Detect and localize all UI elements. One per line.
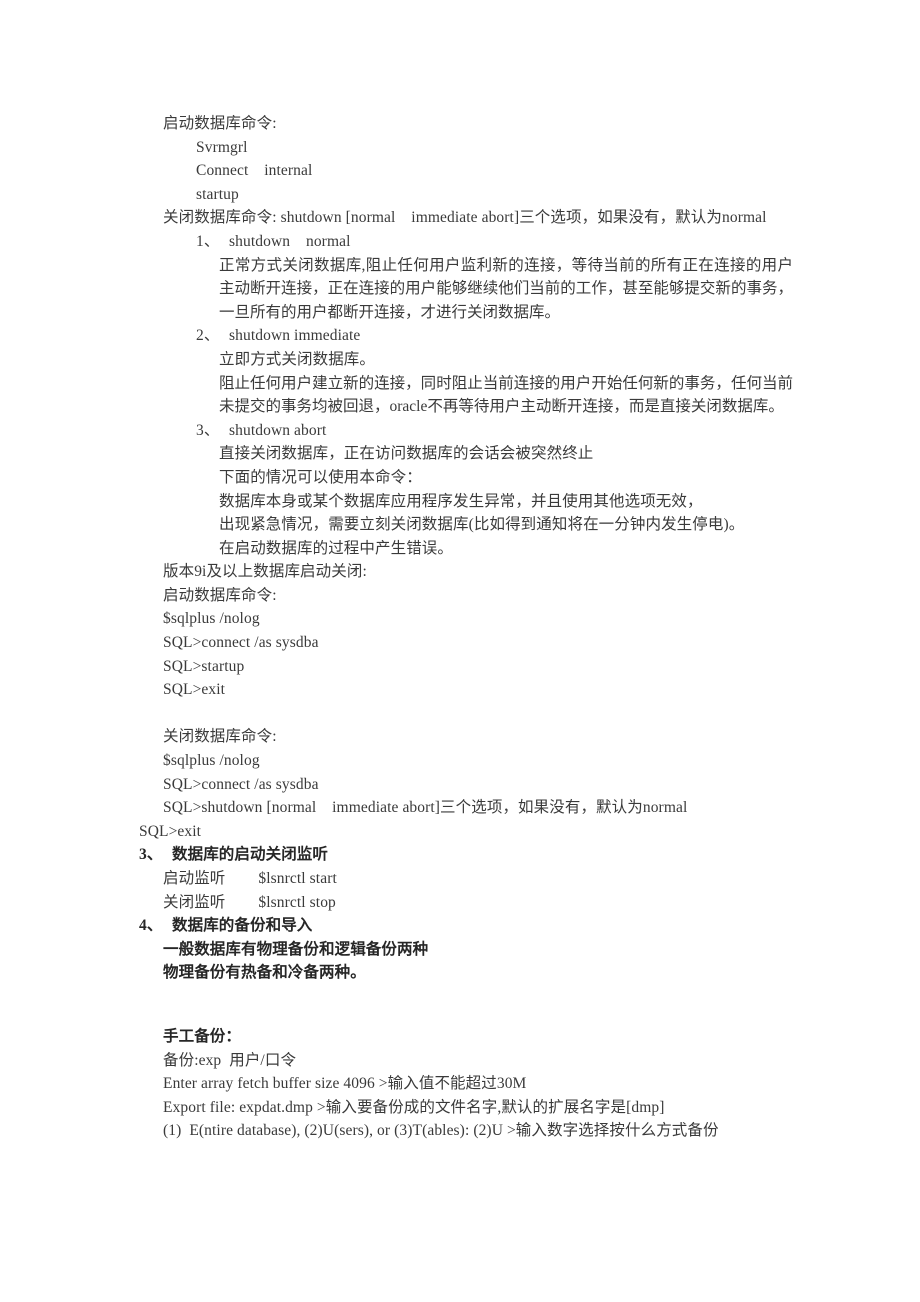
shutdown-option-1-title: shutdown normal bbox=[229, 232, 351, 250]
manual-backup-line-1: 备份:exp 用户/口令 bbox=[163, 1051, 297, 1069]
shutdown-option-3-line-2: 下面的情况可以使用本命令： bbox=[219, 468, 422, 486]
shutdown-heading: 关闭数据库命令: shutdown [normal immediate abor… bbox=[163, 209, 767, 227]
listener-start-row: 启动监听 $lsnrctl start bbox=[0, 867, 920, 891]
v9-startup-cmd-3: SQL>startup bbox=[163, 657, 245, 675]
v9-startup-cmd-4: SQL>exit bbox=[163, 681, 226, 699]
section-4-title: 数据库的备份和导入 bbox=[172, 917, 313, 935]
v9-shutdown-cmd-2: SQL>connect /as sysdba bbox=[163, 775, 319, 793]
shutdown-option-3-line-1: 直接关闭数据库，正在访问数据库的会话会被突然终止 bbox=[219, 445, 594, 463]
list-number-1: 1、 bbox=[196, 232, 220, 250]
shutdown-option-2: 2、 shutdown immediate bbox=[0, 324, 920, 348]
shutdown-option-3: 3、 shutdown abort bbox=[0, 419, 920, 443]
v9-shutdown-cmd-3: SQL>shutdown [normal immediate abort]三个选… bbox=[163, 799, 688, 817]
v9-startup-heading: 启动数据库命令: bbox=[163, 586, 277, 604]
shutdown-option-2-title: shutdown immediate bbox=[229, 327, 361, 345]
section-3-heading: 3、 数据库的启动关闭监听 bbox=[0, 843, 920, 867]
listener-start-label: 启动监听 bbox=[163, 870, 226, 887]
section-4-heading: 4、 数据库的备份和导入 bbox=[0, 914, 920, 938]
startup-heading: 启动数据库命令: bbox=[163, 115, 277, 132]
section-3-number: 3、 bbox=[139, 846, 163, 864]
v9-shutdown-heading: 关闭数据库命令: bbox=[163, 728, 277, 746]
v9-startup-cmd-2: SQL>connect /as sysdba bbox=[163, 634, 319, 652]
v9-startup-cmd-1: $sqlplus /nolog bbox=[163, 610, 260, 628]
startup-cmd-connect: Connect internal bbox=[196, 162, 313, 180]
shutdown-option-2-body: 阻止任何用户建立新的连接，同时阻止当前连接的用户开始任何新的事务，任何当前未提交… bbox=[219, 374, 793, 416]
shutdown-option-1: 1、 shutdown normal bbox=[0, 230, 920, 254]
listener-stop-cmd: $lsnrctl stop bbox=[258, 893, 336, 911]
section-3-title: 数据库的启动关闭监听 bbox=[172, 846, 329, 864]
v9-shutdown-cmd-1: $sqlplus /nolog bbox=[163, 752, 260, 770]
manual-backup-heading: 手工备份： bbox=[163, 1027, 242, 1045]
section-4-line-2: 物理备份有热备和冷备两种。 bbox=[163, 964, 366, 982]
blank-gap bbox=[0, 985, 920, 1025]
list-number-2: 2、 bbox=[196, 327, 220, 345]
listener-stop-label: 关闭监听 bbox=[163, 893, 226, 911]
v9-shutdown-cmd-exit: SQL>exit bbox=[139, 822, 202, 840]
shutdown-option-3-line-4: 出现紧急情况，需要立刻关闭数据库(比如得到通知将在一分钟内发生停电)。 bbox=[219, 516, 745, 534]
shutdown-option-2-summary: 立即方式关闭数据库。 bbox=[219, 350, 376, 368]
manual-backup-line-4: (1) E(ntire database), (2)U(sers), or (3… bbox=[163, 1122, 719, 1140]
startup-cmd-svrmgrl: Svrmgrl bbox=[196, 138, 248, 156]
shutdown-option-3-title: shutdown abort bbox=[229, 421, 327, 439]
document-page: 启动数据库命令: Svrmgrl Connect internal startu… bbox=[0, 0, 920, 1302]
manual-backup-line-3: Export file: expdat.dmp >输入要备份成的文件名字,默认的… bbox=[163, 1098, 665, 1116]
document-body: 启动数据库命令: Svrmgrl Connect internal startu… bbox=[0, 0, 920, 1143]
listener-start-cmd: $lsnrctl start bbox=[258, 870, 337, 887]
startup-cmd-startup: startup bbox=[196, 185, 239, 203]
manual-backup-line-2: Enter array fetch buffer size 4096 >输入值不… bbox=[163, 1075, 527, 1093]
section-4-number: 4、 bbox=[139, 917, 163, 935]
listener-stop-row: 关闭监听 $lsnrctl stop bbox=[0, 891, 920, 915]
top-margin bbox=[0, 0, 920, 112]
shutdown-option-3-line-5: 在启动数据库的过程中产生错误。 bbox=[219, 539, 454, 557]
shutdown-option-1-body: 正常方式关闭数据库,阻止任何用户监利新的连接，等待当前的所有正在连接的用户主动断… bbox=[219, 256, 793, 321]
list-number-3: 3、 bbox=[196, 421, 220, 439]
shutdown-option-3-line-3: 数据库本身或某个数据库应用程序发生异常，并且使用其他选项无效， bbox=[219, 492, 703, 510]
version-heading: 版本9i及以上数据库启动关闭: bbox=[163, 563, 367, 581]
section-4-line-1: 一般数据库有物理备份和逻辑备份两种 bbox=[163, 940, 429, 958]
